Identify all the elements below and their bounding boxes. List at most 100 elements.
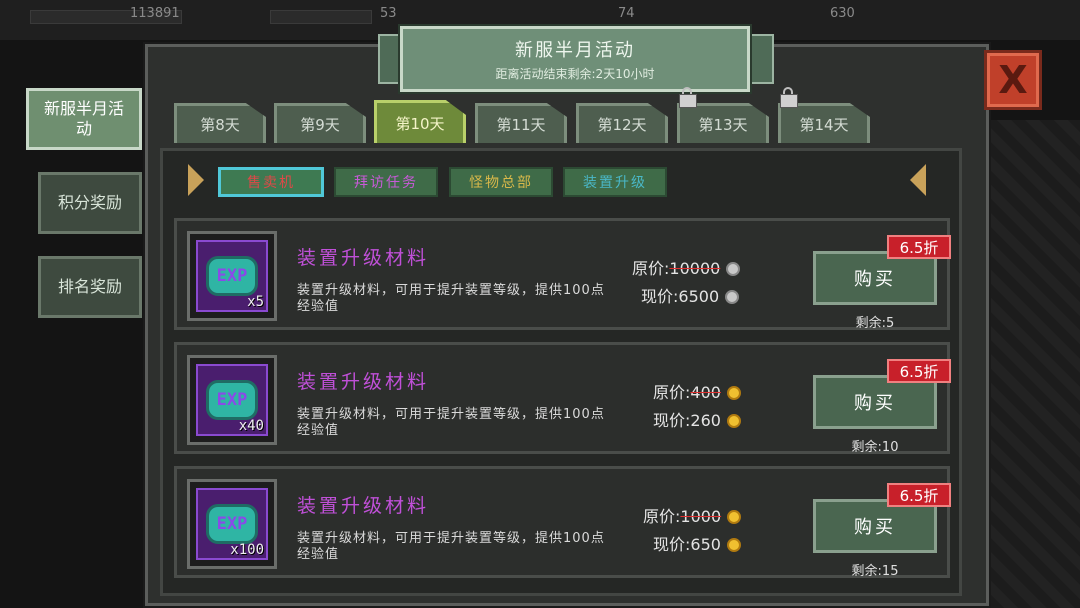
category-label: 怪物总部 — [469, 175, 533, 191]
remaining-count: 剩余:15 — [813, 560, 937, 579]
exp-item-icon: EXP x100 — [196, 488, 268, 560]
category-label: 拜访任务 — [354, 175, 418, 191]
category-tab-monster-hq[interactable]: 怪物总部 — [449, 167, 553, 197]
original-price-value: 10000 — [669, 259, 721, 278]
original-price-label: 原价: — [632, 259, 670, 278]
category-tab-visit-quest[interactable]: 拜访任务 — [334, 167, 438, 197]
original-price-value: 1000 — [680, 507, 722, 526]
exp-icon: EXP — [206, 380, 258, 420]
buy-label: 购买 — [854, 393, 896, 414]
day-tab-label: 第11天 — [496, 116, 546, 134]
original-price: 原价:400 — [653, 379, 741, 403]
item-icon-frame: EXP x40 — [187, 355, 277, 445]
close-button[interactable]: X — [984, 50, 1042, 110]
item-name: 装置升级材料 — [297, 371, 430, 393]
shop-item: EXP x5 装置升级材料 装置升级材料，可用于提升装置等级，提供100点经验值… — [174, 218, 951, 331]
discount-badge: 6.5折 — [887, 359, 951, 383]
exp-item-icon: EXP x40 — [196, 364, 268, 436]
side-tab-rank-reward[interactable]: 排名奖励 — [38, 256, 142, 318]
title-plate: 新服半月活动 距离活动结束剩余:2天10小时 — [398, 24, 752, 94]
discount-badge: 6.5折 — [887, 235, 951, 259]
lock-icon — [679, 87, 697, 108]
day-tab-label: 第10天 — [395, 114, 445, 133]
current-price: 现价:260 — [653, 407, 741, 431]
current-price: 现价:6500 — [641, 283, 740, 307]
current-price-value: 650 — [690, 535, 721, 554]
day-tab-label: 第12天 — [597, 116, 647, 134]
current-price-label: 现价: — [653, 535, 691, 554]
discount-badge: 6.5折 — [887, 483, 951, 507]
title-ribbon-right — [746, 34, 774, 84]
side-tab-event[interactable]: 新服半月活动 — [26, 88, 142, 150]
side-tab-label: 新服半月活动 — [43, 99, 124, 138]
remain-label: 剩余: — [851, 440, 882, 455]
background-map — [990, 120, 1080, 608]
hud-value: 630 — [830, 6, 855, 21]
current-price-value: 260 — [690, 411, 721, 430]
current-price-label: 现价: — [641, 287, 679, 306]
original-price: 原价:1000 — [643, 503, 742, 527]
item-icon-frame: EXP x100 — [187, 479, 277, 569]
current-price-label: 现价: — [653, 411, 691, 430]
original-price-value: 400 — [690, 383, 721, 402]
remain-value: 5 — [886, 316, 895, 331]
side-tab-label: 排名奖励 — [57, 277, 122, 296]
tab-day-13[interactable]: 第13天 — [677, 103, 769, 143]
category-label: 装置升级 — [583, 175, 647, 191]
tab-day-9[interactable]: 第9天 — [274, 103, 366, 143]
tab-day-10[interactable]: 第10天 — [374, 100, 466, 143]
tab-day-12[interactable]: 第12天 — [576, 103, 668, 143]
gold-coin-icon — [727, 510, 742, 524]
day-tab-label: 第13天 — [698, 116, 748, 134]
category-tab-device-upgrade[interactable]: 装置升级 — [563, 167, 667, 197]
item-icon-frame: EXP x5 — [187, 231, 277, 321]
current-price: 现价:650 — [653, 531, 741, 555]
silver-coin-icon — [725, 290, 740, 304]
page-title: 新服半月活动 — [515, 40, 635, 61]
remain-value: 15 — [881, 564, 899, 579]
hud-bar — [270, 10, 372, 24]
original-price: 原价:10000 — [632, 255, 741, 279]
category-label: 售卖机 — [247, 175, 295, 191]
gold-coin-icon — [726, 386, 741, 400]
tab-day-11[interactable]: 第11天 — [475, 103, 567, 143]
tab-day-8[interactable]: 第8天 — [174, 103, 266, 143]
item-name: 装置升级材料 — [297, 247, 430, 269]
exp-icon: EXP — [206, 256, 258, 296]
item-description: 装置升级材料，可用于提升装置等级，提供100点经验值 — [297, 531, 605, 562]
close-icon: X — [998, 58, 1028, 102]
item-name: 装置升级材料 — [297, 495, 430, 517]
item-description: 装置升级材料，可用于提升装置等级，提供100点经验值 — [297, 283, 605, 314]
item-quantity: x40 — [238, 418, 264, 434]
scroll-left-arrow-icon[interactable] — [188, 164, 204, 196]
remain-label: 剩余: — [851, 564, 882, 579]
remain-label: 剩余: — [855, 316, 887, 331]
day-tab-label: 第8天 — [200, 116, 240, 134]
scroll-right-arrow-icon[interactable] — [910, 164, 926, 196]
tab-day-14[interactable]: 第14天 — [778, 103, 870, 143]
buy-label: 购买 — [854, 269, 896, 290]
hud-value: 53 — [380, 6, 397, 21]
lock-icon — [780, 87, 798, 108]
hud-value: 74 — [618, 6, 635, 21]
buy-button[interactable]: 购买 — [813, 251, 937, 305]
silver-coin-icon — [726, 262, 741, 276]
gold-coin-icon — [726, 414, 741, 428]
item-quantity: x100 — [230, 542, 264, 558]
original-price-label: 原价: — [643, 507, 681, 526]
side-tab-points-reward[interactable]: 积分奖励 — [38, 172, 142, 234]
side-tab-label: 积分奖励 — [57, 193, 122, 212]
buy-button[interactable]: 购买 — [813, 499, 937, 553]
exp-icon: EXP — [206, 504, 258, 544]
exp-item-icon: EXP x5 — [196, 240, 268, 312]
countdown-text: 距离活动结束剩余:2天10小时 — [495, 67, 655, 81]
buy-button[interactable]: 购买 — [813, 375, 937, 429]
shop-item: EXP x100 装置升级材料 装置升级材料，可用于提升装置等级，提供100点经… — [174, 466, 951, 579]
remain-value: 10 — [881, 440, 899, 455]
hud-value: 113891 — [130, 6, 180, 21]
item-quantity: x5 — [247, 294, 264, 310]
gold-coin-icon — [726, 538, 741, 552]
remaining-count: 剩余:5 — [813, 312, 937, 331]
category-tab-vending[interactable]: 售卖机 — [218, 167, 324, 197]
item-description: 装置升级材料，可用于提升装置等级，提供100点经验值 — [297, 407, 605, 438]
